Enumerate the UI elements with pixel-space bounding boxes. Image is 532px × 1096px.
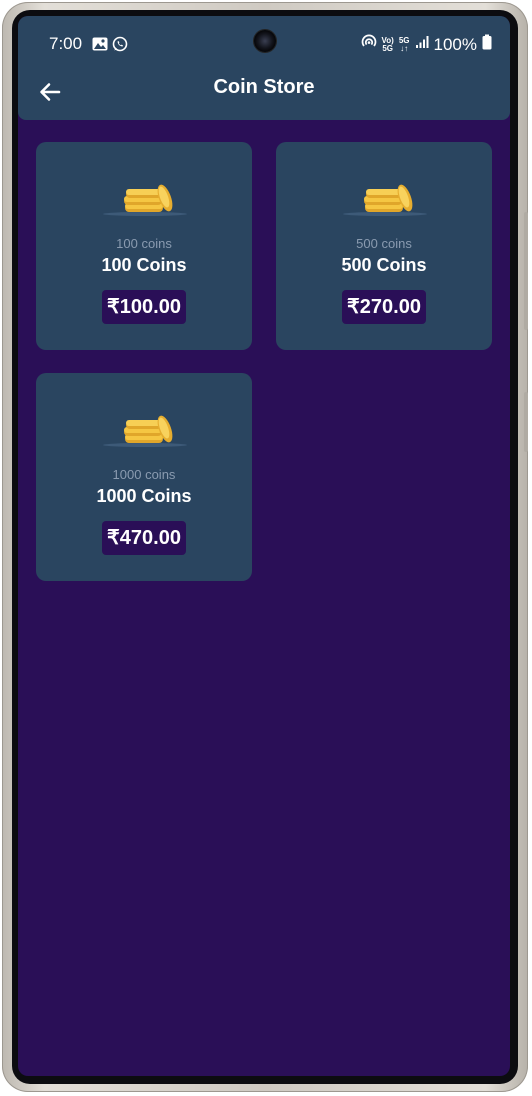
app-bar: 7:00 Vo) 5G 5G ↓↑ 100% Coin Store [18,16,510,120]
front-camera [254,30,276,52]
battery-percent: 100% [433,34,477,54]
buy-price-button[interactable]: ₹270.00 [342,290,426,324]
coin-package-grid: 100 coins 100 Coins ₹100.00 500 coins 50… [36,142,492,581]
status-time: 7:00 [49,34,83,53]
power-button [524,392,528,452]
arrow-left-icon [40,83,61,101]
status-bar: 7:00 Vo) 5G 5G ↓↑ 100% [18,16,510,72]
coin-package-title: 100 Coins [101,255,187,275]
coin-package-card[interactable]: 500 coins 500 Coins ₹270.00 [276,142,492,350]
coin-package-card[interactable]: 100 coins 100 Coins ₹100.00 [36,142,252,350]
coin-package-title: 1000 Coins [96,486,192,506]
coin-stack-icon [342,176,428,218]
signal-icon [415,35,429,54]
coin-package-title: 500 Coins [341,255,427,275]
volte-indicator: Vo) 5G [382,36,394,53]
toolbar: Coin Store [18,72,510,116]
coin-package-subtitle: 100 coins [116,236,172,251]
page-title: Coin Store [213,76,315,98]
buy-price-button[interactable]: ₹100.00 [102,290,186,324]
price-wrapper: ₹100.00 [36,290,252,324]
coin-package-subtitle: 1000 coins [112,467,176,482]
back-button[interactable] [34,76,66,108]
coin-stack-icon [102,176,188,218]
hotspot-icon [361,34,377,55]
price-wrapper: ₹270.00 [276,290,492,324]
battery-icon [482,34,492,55]
price-wrapper: ₹470.00 [36,521,252,555]
status-indicators: Vo) 5G 5G ↓↑ 100% [361,34,492,55]
screen: 7:00 Vo) 5G 5G ↓↑ 100% Coin Store 100 co… [18,16,510,1076]
gallery-icon [92,37,108,56]
volume-button [524,212,528,330]
volte-label-bottom: 5G [382,43,394,53]
coin-package-subtitle: 500 coins [356,236,412,251]
coin-package-card[interactable]: 1000 coins 1000 Coins ₹470.00 [36,373,252,581]
buy-price-button[interactable]: ₹470.00 [102,521,186,555]
coin-stack-icon [102,407,188,449]
network-type-indicator: 5G ↓↑ [399,36,410,53]
whatsapp-icon [112,36,128,57]
notification-icons [92,36,128,57]
network-label-bottom: ↓↑ [400,43,409,53]
